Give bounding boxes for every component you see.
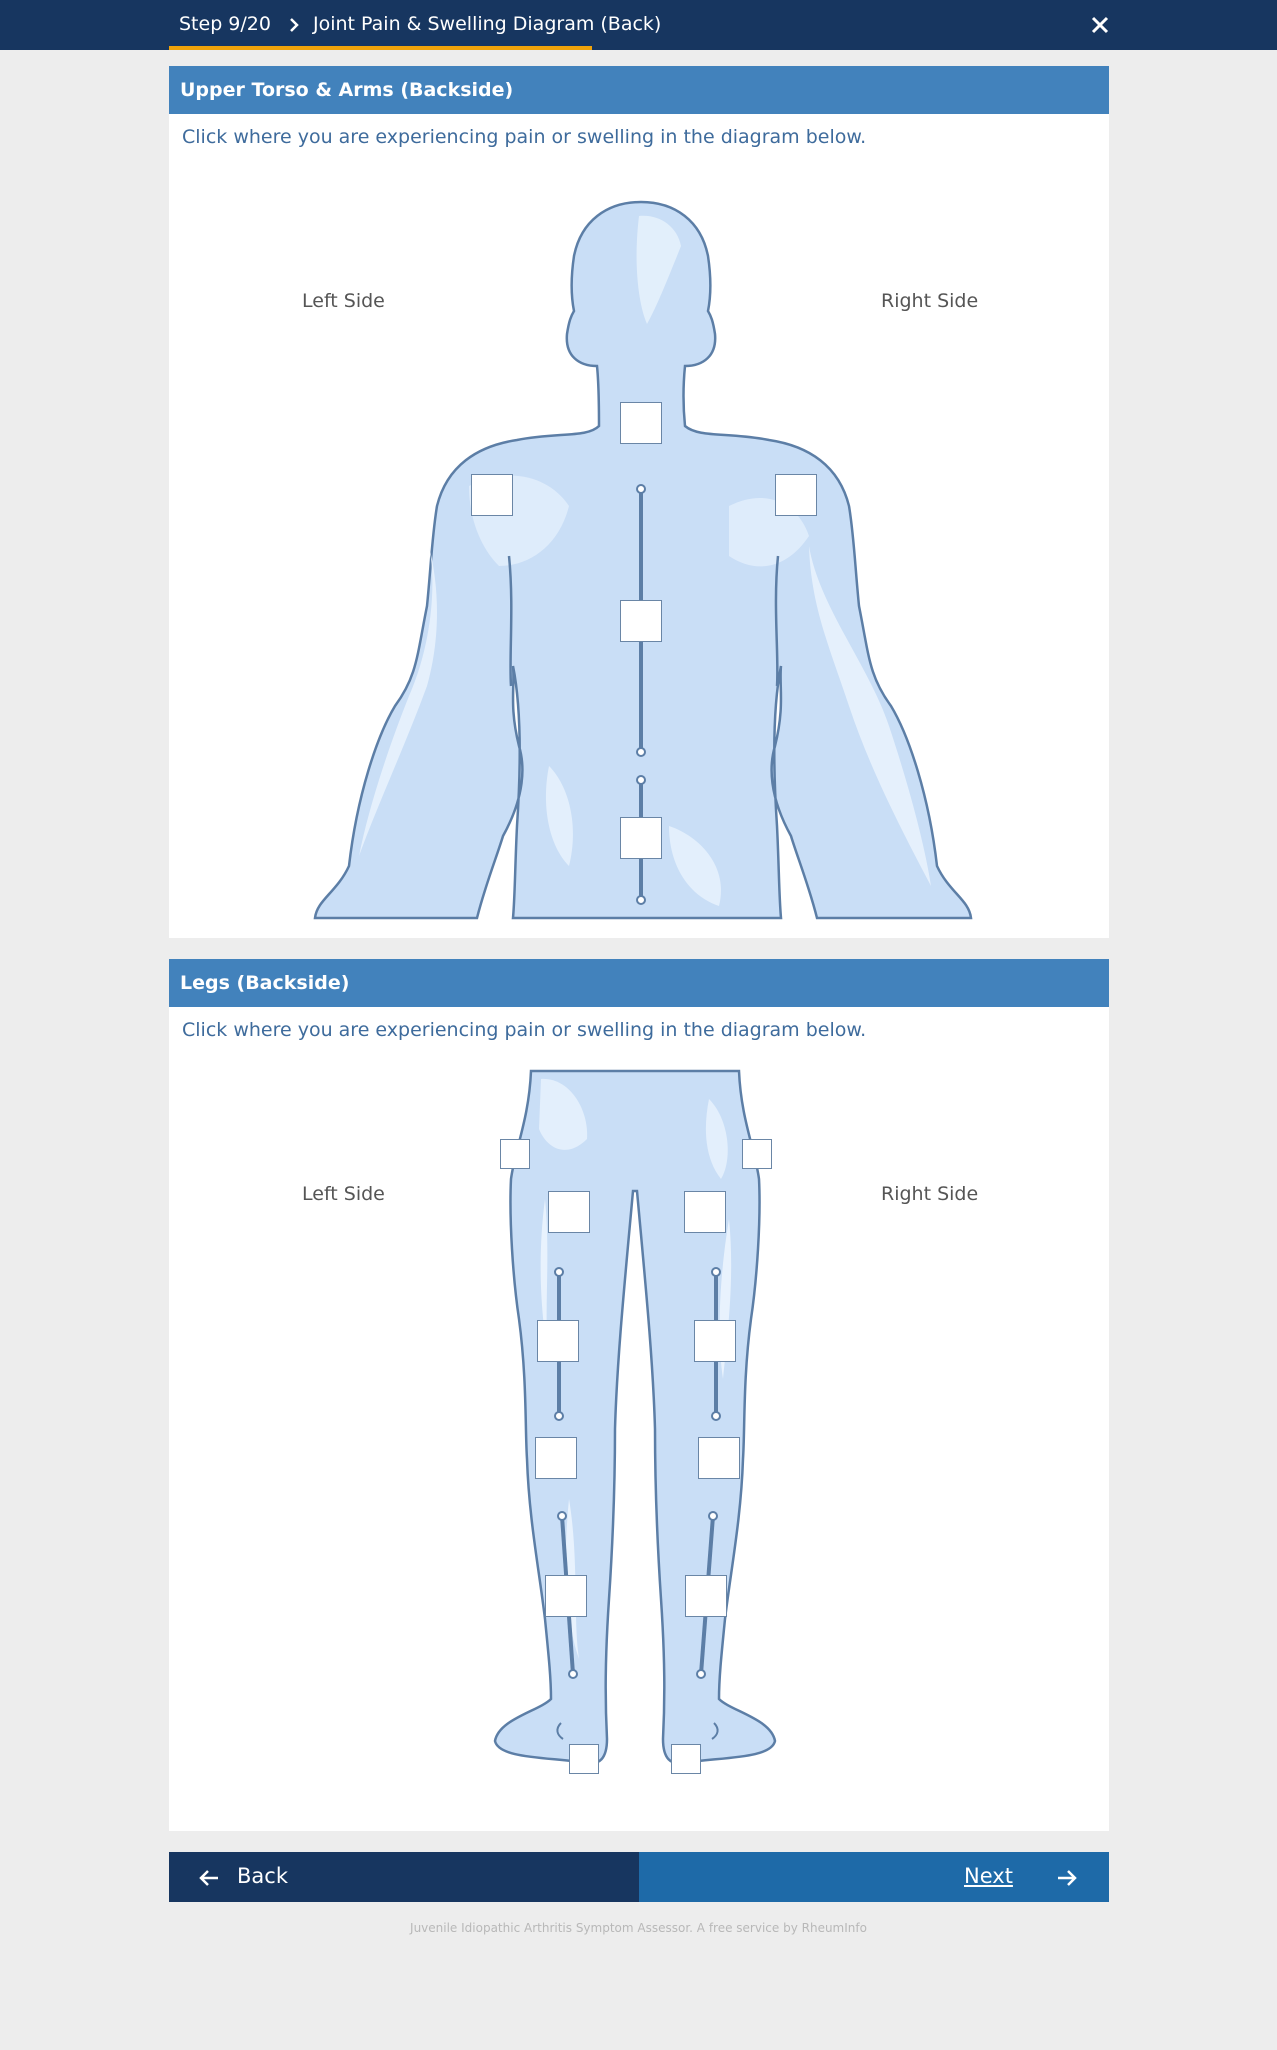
close-icon[interactable] [1088, 13, 1112, 37]
joint-box-lower-back[interactable] [620, 817, 662, 859]
page-title: Joint Pain & Swelling Diagram (Back) [313, 13, 662, 35]
joint-box-left-shoulder[interactable] [471, 474, 513, 516]
legs-panel: Legs (Backside) Click where you are expe… [169, 959, 1109, 1831]
nav-bar: Back Next [169, 1852, 1109, 1902]
joint-box-upper-back[interactable] [620, 600, 662, 642]
next-button[interactable]: Next [639, 1852, 1109, 1902]
joint-box-left-calf[interactable] [545, 1575, 587, 1617]
joint-box-right-hip[interactable] [684, 1191, 726, 1233]
step-counter: Step 9/20 [179, 13, 271, 35]
joint-box-left-hip-outer[interactable] [500, 1139, 530, 1169]
joint-box-left-thigh[interactable] [537, 1320, 579, 1362]
joint-box-right-hip-outer[interactable] [742, 1139, 772, 1169]
upper-body-diagram [313, 200, 973, 920]
next-button-label: Next [964, 1864, 1013, 1888]
joint-box-right-thigh[interactable] [694, 1320, 736, 1362]
top-bar: Step 9/20 Joint Pain & Swelling Diagram … [0, 0, 1277, 50]
joint-box-left-knee[interactable] [535, 1437, 577, 1479]
back-button[interactable]: Back [169, 1852, 639, 1902]
upper-torso-panel: Upper Torso & Arms (Backside) Click wher… [169, 66, 1109, 938]
joint-box-left-ankle[interactable] [569, 1744, 599, 1774]
joint-box-right-knee[interactable] [698, 1437, 740, 1479]
arrow-left-icon [199, 1870, 218, 1886]
arrow-right-icon [1058, 1870, 1077, 1886]
joint-box-right-shoulder[interactable] [775, 474, 817, 516]
back-button-label: Back [237, 1864, 288, 1888]
chevron-right-icon [290, 18, 299, 32]
joint-box-neck[interactable] [620, 402, 662, 444]
joint-box-right-ankle[interactable] [671, 1744, 701, 1774]
joint-box-right-calf[interactable] [685, 1575, 727, 1617]
joint-box-left-hip[interactable] [548, 1191, 590, 1233]
footer-text: Juvenile Idiopathic Arthritis Symptom As… [410, 1921, 867, 1935]
legs-diagram [493, 1069, 777, 1765]
progress-bar [169, 46, 592, 50]
